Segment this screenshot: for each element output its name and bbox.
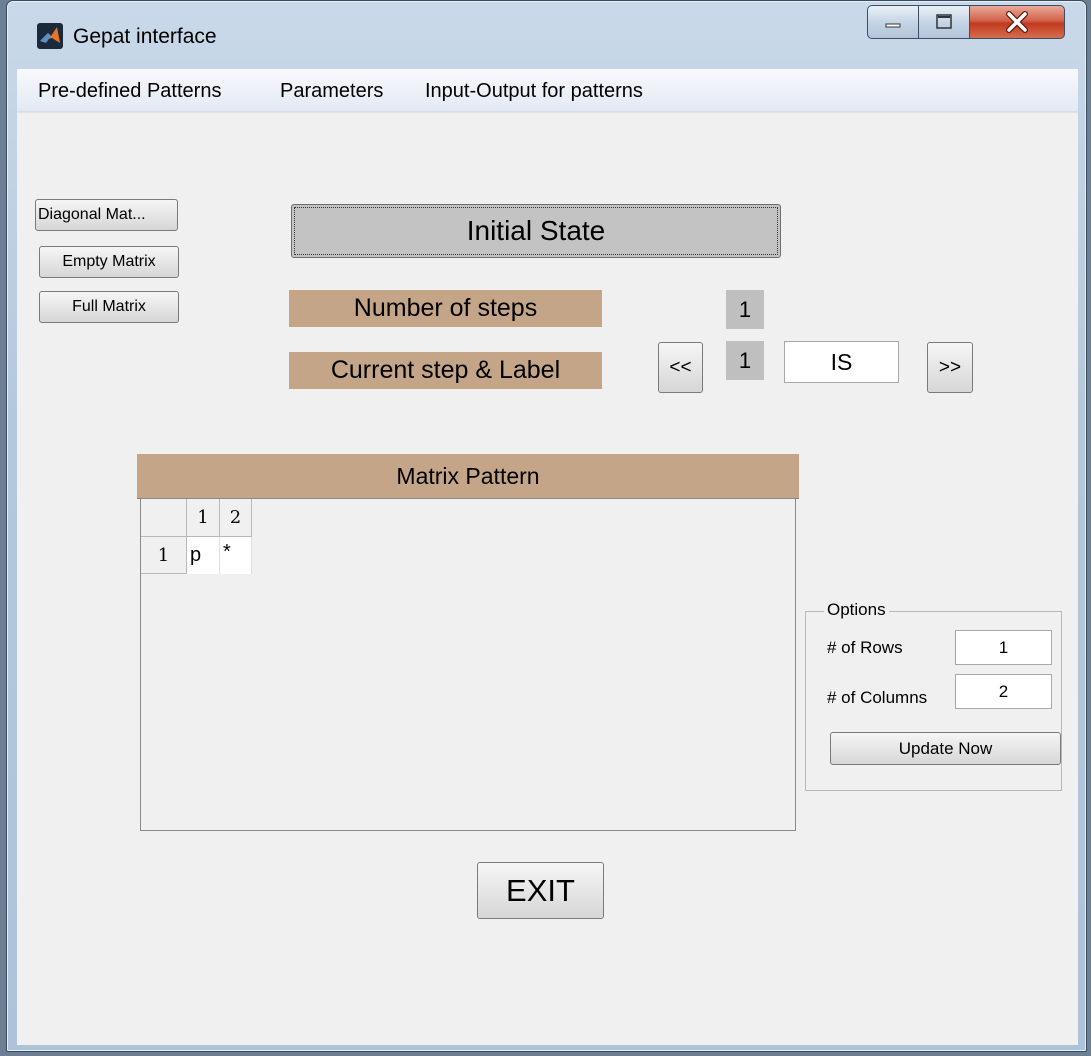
- table-cell[interactable]: p: [187, 537, 220, 574]
- matrix-pattern-table[interactable]: 1 2 1 p *: [140, 498, 796, 831]
- maximize-icon: [936, 14, 952, 29]
- current-step-value: 1: [726, 341, 764, 380]
- options-legend: Options: [824, 600, 889, 620]
- menu-predefined-patterns[interactable]: Pre-defined Patterns: [38, 80, 221, 103]
- app-window: Gepat interface Pre-defined Patterns Par…: [6, 0, 1087, 1052]
- exit-button[interactable]: EXIT: [477, 862, 604, 919]
- title-bar[interactable]: Gepat interface: [7, 1, 1086, 63]
- window-title: Gepat interface: [73, 25, 217, 48]
- current-step-label: Current step & Label: [289, 352, 602, 389]
- number-of-steps-value: 1: [726, 290, 764, 329]
- matlab-logo-icon: [37, 23, 63, 49]
- diagonal-matrix-button[interactable]: Diagonal Mat...: [35, 199, 178, 231]
- matrix-pattern-title: Matrix Pattern: [137, 454, 799, 499]
- step-label-input[interactable]: IS: [784, 341, 899, 383]
- main-panel: Diagonal Mat... Empty Matrix Full Matrix…: [17, 112, 1078, 1045]
- menu-parameters[interactable]: Parameters: [280, 80, 383, 103]
- maximize-button[interactable]: [918, 5, 970, 39]
- menu-input-output[interactable]: Input-Output for patterns: [425, 80, 643, 103]
- column-header[interactable]: 1: [187, 499, 220, 537]
- rows-label: # of Rows: [827, 638, 903, 657]
- initial-state-button[interactable]: Initial State: [291, 204, 781, 258]
- close-icon: [1006, 11, 1028, 33]
- columns-label: # of Columns: [827, 688, 928, 707]
- empty-matrix-button[interactable]: Empty Matrix: [39, 246, 179, 278]
- number-of-steps-label: Number of steps: [289, 290, 602, 327]
- menu-bar: Pre-defined Patterns Parameters Input-Ou…: [17, 69, 1078, 112]
- close-button[interactable]: [969, 5, 1065, 39]
- options-panel: Options # of Rows 1 # of Columns 2 Updat…: [805, 600, 1062, 791]
- rows-input[interactable]: 1: [955, 630, 1052, 665]
- columns-input[interactable]: 2: [955, 674, 1052, 709]
- table-cell[interactable]: *: [220, 537, 252, 574]
- previous-step-button[interactable]: <<: [658, 342, 703, 393]
- minimize-icon: [885, 23, 901, 28]
- column-header[interactable]: 2: [220, 499, 252, 537]
- row-header[interactable]: 1: [141, 537, 187, 574]
- minimize-button[interactable]: [867, 5, 919, 39]
- table-corner: [141, 499, 187, 537]
- full-matrix-button[interactable]: Full Matrix: [39, 291, 179, 323]
- next-step-button[interactable]: >>: [927, 342, 973, 393]
- update-now-button[interactable]: Update Now: [830, 732, 1061, 765]
